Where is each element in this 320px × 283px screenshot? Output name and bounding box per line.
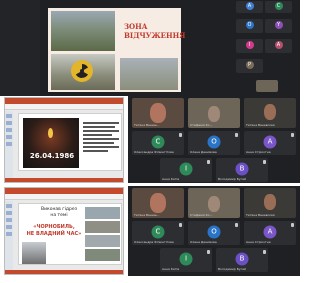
candle-photo: 26.04.1986 xyxy=(23,118,79,168)
participant-tile[interactable]: B Володимир Бугай xyxy=(216,248,268,272)
side-tile-2[interactable]: C xyxy=(265,1,292,13)
participant-tile[interactable]: I Анна Катів xyxy=(160,248,212,272)
side-tile-1[interactable]: A xyxy=(236,1,263,13)
ppt-toolbar xyxy=(5,104,123,110)
candle-flame-icon xyxy=(48,128,53,138)
participant-video[interactable]: Тетяна Ваниш... xyxy=(132,98,184,128)
participant-video[interactable]: Тетяна Ваневская xyxy=(244,98,296,128)
avatar: O xyxy=(207,225,221,239)
participant-face xyxy=(208,106,220,122)
participant-video[interactable]: Стефанія Ко... xyxy=(188,188,240,218)
avatar: C xyxy=(151,135,165,149)
avatar: A xyxy=(263,225,277,239)
ppt-statusbar xyxy=(5,178,123,182)
left-panel-strip xyxy=(0,0,40,96)
side-tile-5[interactable]: P xyxy=(236,59,263,73)
avatar: I xyxy=(179,162,193,176)
slide-thumbnails[interactable] xyxy=(5,201,13,274)
avatar: O xyxy=(207,135,221,149)
slide-title: ЗОНА ВІДЧУЖЕННЯ xyxy=(124,22,186,40)
avatar: I xyxy=(179,252,193,266)
avatar: A xyxy=(263,135,277,149)
participant-tile[interactable]: B Володимир Бугай xyxy=(216,158,268,182)
radiation-icon xyxy=(71,60,93,82)
participant-face xyxy=(150,193,166,213)
top-meet-window: ЗОНА ВІДЧУЖЕННЯ A C O I P Y A xyxy=(0,0,300,96)
ppt-statusbar xyxy=(5,270,123,274)
participant-face xyxy=(208,196,220,212)
participant-tile[interactable]: C Олександра Філюнтітова xyxy=(132,221,184,245)
mid-participants-grid: Тетяна Ваниш... Стефанія Ко... Тетяна Ва… xyxy=(128,96,300,183)
participant-face xyxy=(264,194,276,210)
slide-date: 26.04.1986 xyxy=(29,152,75,160)
participant-tile[interactable]: C Олександра Філюнтітова xyxy=(132,131,184,155)
participant-face xyxy=(264,104,276,120)
slide-heading: Виконав гідрез на темі xyxy=(40,207,77,218)
slide-photo-radiation-sign xyxy=(51,54,115,90)
side-tile-video[interactable] xyxy=(256,80,278,92)
participant-video[interactable]: Стефанія Ко... xyxy=(188,98,240,128)
avatar: B xyxy=(235,252,249,266)
bottom-slide: Виконав гідрез на темі «ЧОРНОБИЛЬ, НЕ ВЛ… xyxy=(18,203,122,265)
slide-photo-trees xyxy=(51,11,115,51)
side-tile-7[interactable]: A xyxy=(265,39,292,53)
bottom-powerpoint-window: Виконав гідрез на темі «ЧОРНОБИЛЬ, НЕ ВЛ… xyxy=(4,187,124,275)
slide-tree-photo xyxy=(22,242,46,264)
ppt-toolbar xyxy=(5,194,123,200)
participant-video[interactable]: Тетяна Ваниш... xyxy=(132,188,184,218)
participant-tile[interactable]: I Анна Катів xyxy=(160,158,212,182)
participant-tile[interactable]: O Олена Денимова xyxy=(188,221,240,245)
mid-slide: 26.04.1986 xyxy=(18,113,122,171)
slide-photo-right xyxy=(120,58,178,90)
side-tile-4[interactable]: I xyxy=(236,39,263,53)
slide-text-block xyxy=(83,120,119,164)
avatar: B xyxy=(235,162,249,176)
slide-photo-grid xyxy=(85,207,120,263)
participant-tile[interactable]: A Анна Стрікотна xyxy=(244,221,296,245)
participant-video[interactable]: Тетяна Ваневская xyxy=(244,188,296,218)
slide-red-text: «ЧОРНОБИЛЬ, НЕ ВЛАДНИЙ ЧАС» xyxy=(26,224,82,237)
participant-tile[interactable]: O Олена Денимова xyxy=(188,131,240,155)
bottom-participants-grid: Тетяна Ваниш... Стефанія Ко... Тетяна Ва… xyxy=(128,186,300,276)
participant-face xyxy=(150,103,166,123)
slide-thumbnails[interactable] xyxy=(5,111,13,182)
avatar: C xyxy=(151,225,165,239)
side-tile-6[interactable]: Y xyxy=(265,19,292,33)
participant-tile[interactable]: A Анна Стрікотна xyxy=(244,131,296,155)
mid-powerpoint-window: 26.04.1986 xyxy=(4,97,124,183)
side-tile-3[interactable]: O xyxy=(236,19,263,33)
top-presentation-slide: ЗОНА ВІДЧУЖЕННЯ xyxy=(48,8,186,92)
